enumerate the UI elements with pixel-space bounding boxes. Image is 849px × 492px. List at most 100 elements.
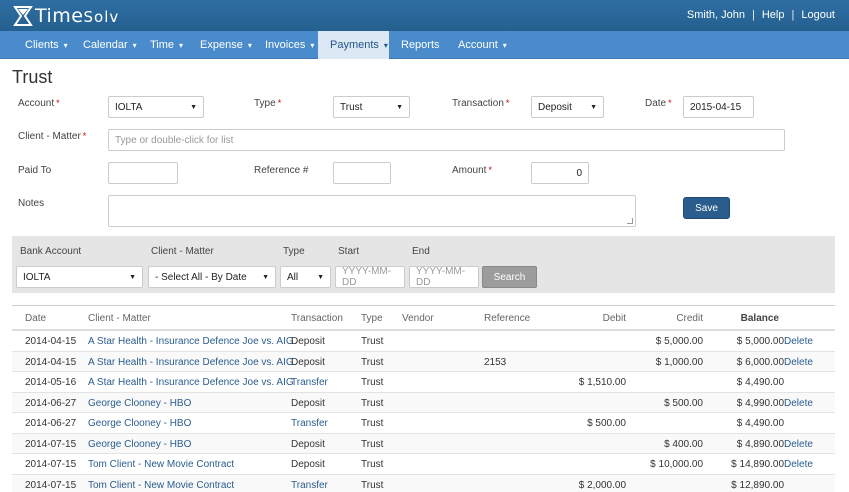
nav-calendar[interactable]: Calendar ▾ xyxy=(72,31,139,59)
paid-to-input[interactable] xyxy=(108,162,178,184)
table-row: 2014-04-15 A Star Health - Insurance Defe… xyxy=(12,351,835,372)
cell-credit: $ 10,000.00 xyxy=(650,459,703,470)
table-row: 2014-06-27 George Clooney - HBO Transfer Tr… xyxy=(12,413,835,434)
logout-link[interactable]: Logout xyxy=(801,9,835,21)
help-link[interactable]: Help xyxy=(762,9,785,21)
save-button[interactable]: Save xyxy=(683,197,730,219)
chevron-down-icon: ▾ xyxy=(502,41,507,50)
nav-reports[interactable]: Reports xyxy=(389,31,446,59)
date-input[interactable]: 2015-04-15 xyxy=(683,96,754,118)
transaction-select[interactable]: Deposit ▼ xyxy=(531,96,604,118)
nav-clients[interactable]: Clients ▾ xyxy=(14,31,72,59)
type-label-text: Type xyxy=(254,98,276,109)
type-label: Type * xyxy=(254,98,281,109)
client-matter-link[interactable]: George Clooney - HBO xyxy=(88,398,191,409)
client-matter-filter-value: - Select All - By Date xyxy=(155,271,247,283)
client-matter-link[interactable]: George Clooney - HBO xyxy=(88,418,191,429)
nav-invoices[interactable]: Invoices ▾ xyxy=(253,31,317,59)
delete-link[interactable]: Delete xyxy=(784,398,813,409)
col-balance[interactable]: Balance xyxy=(741,313,779,324)
cell-type: Trust xyxy=(361,418,384,429)
start-date-input[interactable]: YYYY-MM-DD xyxy=(335,266,405,288)
cell-transaction[interactable]: Transfer xyxy=(291,480,328,491)
cell-balance: $ 4,890.00 xyxy=(736,438,784,450)
col-type[interactable]: Type xyxy=(361,313,383,324)
col-client-matter[interactable]: Client - Matter xyxy=(88,313,151,324)
account-select[interactable]: IOLTA ▼ xyxy=(108,96,204,118)
nav-label: Payments xyxy=(330,39,379,51)
chevron-down-icon: ▼ xyxy=(396,103,403,111)
bank-account-select[interactable]: IOLTA ▼ xyxy=(16,266,143,288)
cell-credit: $ 5,000.00 xyxy=(655,336,703,347)
chevron-down-icon: ▾ xyxy=(247,41,252,50)
amount-label: Amount * xyxy=(452,165,492,176)
nav-time[interactable]: Time ▾ xyxy=(139,31,189,59)
search-button[interactable]: Search xyxy=(482,266,537,288)
cell-transaction[interactable]: Transfer xyxy=(291,377,328,388)
transaction-label-text: Transaction xyxy=(452,98,504,109)
client-matter-link[interactable]: A Star Health - Insurance Defence Joe vs… xyxy=(88,357,294,368)
col-transaction[interactable]: Transaction xyxy=(291,313,343,324)
cell-type: Trust xyxy=(361,397,384,409)
account-label-text: Account xyxy=(18,98,55,109)
cell-type: Trust xyxy=(361,438,384,450)
amount-input[interactable]: 0 xyxy=(531,162,589,184)
client-matter-link[interactable]: A Star Health - Insurance Defence Joe vs… xyxy=(88,336,294,347)
reference-input[interactable] xyxy=(333,162,391,184)
col-date[interactable]: Date xyxy=(25,313,46,324)
delete-link[interactable]: Delete xyxy=(784,357,813,368)
cell-transaction: Deposit xyxy=(291,438,325,450)
client-matter-link[interactable]: George Clooney - HBO xyxy=(88,439,191,450)
transactions-table: Date Client - Matter Transaction Type Ve… xyxy=(12,305,835,492)
type-filter-select[interactable]: All ▼ xyxy=(280,266,331,288)
cell-balance: $ 4,490.00 xyxy=(736,377,784,388)
table-header: Date Client - Matter Transaction Type Ve… xyxy=(12,305,835,331)
logo-text: TimeSolv xyxy=(35,5,119,27)
chevron-down-icon: ▾ xyxy=(179,41,184,50)
table-row: 2014-07-15 Tom Client - New Movie Contrac… xyxy=(12,474,835,492)
table-row: 2014-05-16 A Star Health - Insurance Defe… xyxy=(12,372,835,393)
logo-time: Time xyxy=(35,5,84,27)
client-matter-filter-select[interactable]: - Select All - By Date ▼ xyxy=(148,266,276,288)
required-mark: * xyxy=(82,131,87,141)
nav-label: Clients xyxy=(25,39,59,51)
end-date-input[interactable]: YYYY-MM-DD xyxy=(409,266,479,288)
cell-date: 2014-07-15 xyxy=(25,479,77,491)
cell-balance: $ 4,990.00 xyxy=(736,397,784,409)
client-matter-link[interactable]: A Star Health - Insurance Defence Joe vs… xyxy=(88,377,294,388)
nav-label: Time xyxy=(150,39,175,51)
required-mark: * xyxy=(505,98,510,108)
cell-balance: $ 14,890.00 xyxy=(731,459,784,470)
col-debit[interactable]: Debit xyxy=(603,313,626,324)
amount-label-text: Amount xyxy=(452,165,487,176)
delete-link[interactable]: Delete xyxy=(784,439,813,450)
user-name-link[interactable]: Smith, John xyxy=(687,9,745,21)
client-matter-link[interactable]: Tom Client - New Movie Contract xyxy=(88,480,234,491)
cell-date: 2014-06-27 xyxy=(25,418,77,429)
cell-credit: $ 1,000.00 xyxy=(655,356,703,368)
delete-link[interactable]: Delete xyxy=(784,459,813,470)
type-select[interactable]: Trust ▼ xyxy=(333,96,410,118)
client-matter-link[interactable]: Tom Client - New Movie Contract xyxy=(88,459,234,470)
nav-account[interactable]: Account ▾ xyxy=(446,31,514,59)
resize-handle-icon[interactable] xyxy=(627,218,633,224)
nav-expense[interactable]: Expense ▾ xyxy=(189,31,253,59)
table-row: 2014-06-27 George Clooney - HBO Deposit Tru… xyxy=(12,392,835,413)
cell-transaction[interactable]: Transfer xyxy=(291,418,328,429)
cell-debit: $ 500.00 xyxy=(587,418,626,429)
col-reference[interactable]: Reference xyxy=(484,313,530,324)
timesolv-logo[interactable]: TimeSolv xyxy=(12,4,119,28)
table-body: 2014-04-15 A Star Health - Insurance Defe… xyxy=(12,331,835,492)
cell-type: Trust xyxy=(361,459,384,470)
delete-link[interactable]: Delete xyxy=(784,336,813,347)
col-vendor[interactable]: Vendor xyxy=(402,313,434,324)
chevron-down-icon: ▼ xyxy=(129,273,136,281)
client-matter-input[interactable]: Type or double-click for list xyxy=(108,129,785,151)
hourglass-logo-icon xyxy=(12,5,34,27)
nav-payments[interactable]: Payments ▾ xyxy=(318,31,389,59)
notes-textarea[interactable] xyxy=(108,195,636,227)
date-label: Date * xyxy=(645,98,672,109)
cell-debit: $ 2,000.00 xyxy=(578,479,626,491)
col-credit[interactable]: Credit xyxy=(676,313,703,324)
end-filter-label: End xyxy=(412,246,430,257)
